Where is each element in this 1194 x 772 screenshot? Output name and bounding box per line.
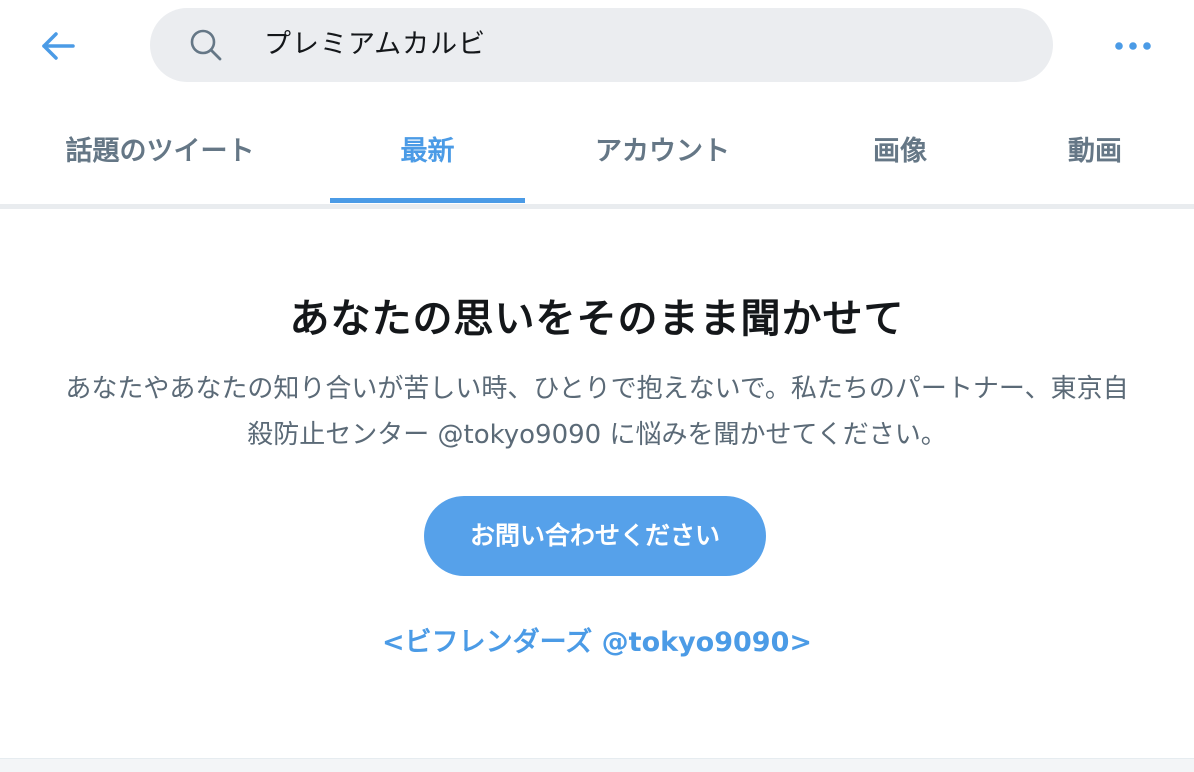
notice-body-line-2: 殺防止センター @tokyo9090 に悩みを聞かせてください。 <box>247 420 947 450</box>
tab-top-tweets[interactable]: 話題のツイート <box>20 100 300 204</box>
tab-latest[interactable]: 最新 <box>330 100 525 204</box>
more-options-icon <box>1115 42 1151 50</box>
more-options-button[interactable] <box>1108 24 1158 68</box>
back-button[interactable] <box>36 24 80 68</box>
notice-title: あなたの思いをそのまま聞かせて <box>289 296 905 342</box>
search-header: プレミアムカルビ <box>0 0 1194 96</box>
search-tabs: 話題のツイート 最新 アカウント 画像 動画 <box>0 100 1194 204</box>
search-icon <box>190 29 222 61</box>
bottom-divider <box>0 758 1194 772</box>
contact-button[interactable]: お問い合わせください <box>424 496 766 576</box>
tab-videos[interactable]: 動画 <box>1010 100 1180 204</box>
partner-link[interactable]: <ビフレンダーズ @tokyo9090> <box>0 620 1194 659</box>
search-bar[interactable]: プレミアムカルビ <box>150 8 1053 82</box>
tabs-divider <box>0 204 1194 209</box>
search-results-page: プレミアムカルビ 話題のツイート 最新 アカウント 画像 動画 あなたの思いをそ… <box>0 0 1194 772</box>
tab-images[interactable]: 画像 <box>800 100 1000 204</box>
back-arrow-icon <box>42 32 75 60</box>
search-input[interactable]: プレミアムカルビ <box>264 8 486 82</box>
notice-body: あなたやあなたの知り合いが苦しい時、ひとりで抱えないで。私たちのパートナー、東京… <box>24 366 1170 458</box>
active-tab-indicator <box>330 198 525 203</box>
notice-body-line-1: あなたやあなたの知り合いが苦しい時、ひとりで抱えないで。私たちのパートナー、東京… <box>65 374 1129 404</box>
tab-accounts[interactable]: アカウント <box>555 100 770 204</box>
